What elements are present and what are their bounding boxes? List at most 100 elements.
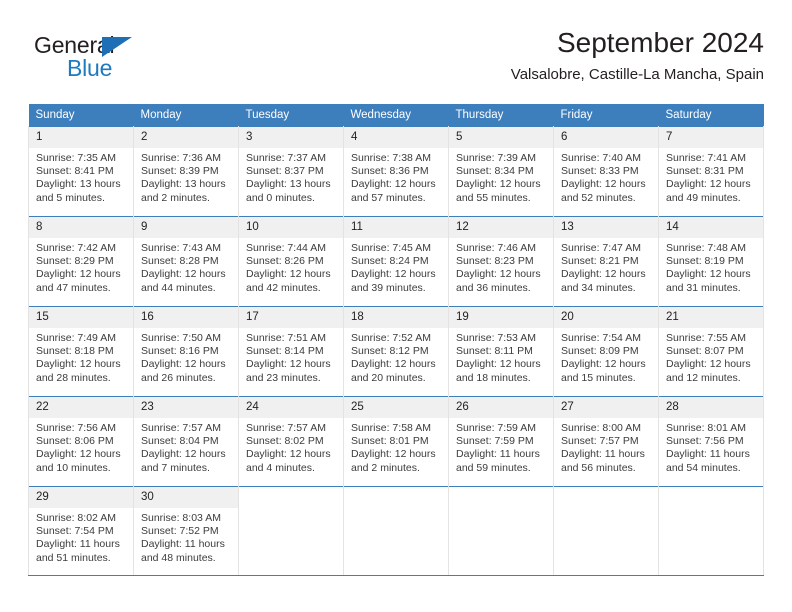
calendar-header-row: Sunday Monday Tuesday Wednesday Thursday…	[28, 104, 764, 127]
sunset-text: Sunset: 8:34 PM	[456, 165, 534, 178]
calendar-day-cell[interactable]: 23 Sunrise: 7:57 AM Sunset: 8:04 PM Dayl…	[133, 396, 239, 487]
calendar-day-cell[interactable]: 12 Sunrise: 7:46 AM Sunset: 8:23 PM Dayl…	[448, 216, 554, 307]
day-details: Sunrise: 8:00 AM Sunset: 7:57 PM Dayligh…	[554, 418, 658, 475]
calendar-day-cell[interactable]: 5 Sunrise: 7:39 AM Sunset: 8:34 PM Dayli…	[448, 126, 554, 217]
sunset-text: Sunset: 8:18 PM	[36, 345, 114, 358]
calendar-day-cell[interactable]: 24 Sunrise: 7:57 AM Sunset: 8:02 PM Dayl…	[238, 396, 344, 487]
daylight-text: Daylight: 12 hours and 31 minutes.	[666, 268, 751, 294]
sunrise-text: Sunrise: 7:59 AM	[456, 422, 536, 434]
calendar-week-row: 1 Sunrise: 7:35 AM Sunset: 8:41 PM Dayli…	[28, 126, 764, 217]
calendar-day-cell[interactable]: 18 Sunrise: 7:52 AM Sunset: 8:12 PM Dayl…	[343, 306, 449, 397]
calendar-day-cell[interactable]: 20 Sunrise: 7:54 AM Sunset: 8:09 PM Dayl…	[553, 306, 659, 397]
sunrise-text: Sunrise: 7:58 AM	[351, 422, 431, 434]
calendar-day-cell-empty	[448, 486, 554, 576]
day-details: Sunrise: 7:47 AM Sunset: 8:21 PM Dayligh…	[554, 238, 658, 295]
day-details: Sunrise: 7:48 AM Sunset: 8:19 PM Dayligh…	[659, 238, 763, 295]
calendar-day-cell[interactable]: 1 Sunrise: 7:35 AM Sunset: 8:41 PM Dayli…	[28, 126, 134, 217]
sunrise-text: Sunrise: 7:43 AM	[141, 242, 221, 254]
day-details: Sunrise: 7:43 AM Sunset: 8:28 PM Dayligh…	[134, 238, 238, 295]
day-details: Sunrise: 8:03 AM Sunset: 7:52 PM Dayligh…	[134, 508, 238, 565]
calendar-day-cell[interactable]: 21 Sunrise: 7:55 AM Sunset: 8:07 PM Dayl…	[658, 306, 764, 397]
day-number: 5	[449, 127, 553, 148]
day-details: Sunrise: 7:51 AM Sunset: 8:14 PM Dayligh…	[239, 328, 343, 385]
calendar-day-cell[interactable]: 10 Sunrise: 7:44 AM Sunset: 8:26 PM Dayl…	[238, 216, 344, 307]
calendar-day-cell[interactable]: 25 Sunrise: 7:58 AM Sunset: 8:01 PM Dayl…	[343, 396, 449, 487]
calendar-day-cell[interactable]: 30 Sunrise: 8:03 AM Sunset: 7:52 PM Dayl…	[133, 486, 239, 576]
daylight-text: Daylight: 12 hours and 7 minutes.	[141, 448, 226, 474]
sunset-text: Sunset: 7:57 PM	[561, 435, 639, 448]
brand-logo[interactable]: General Blue	[34, 32, 214, 90]
daylight-text: Daylight: 12 hours and 4 minutes.	[246, 448, 331, 474]
calendar-day-cell[interactable]: 2 Sunrise: 7:36 AM Sunset: 8:39 PM Dayli…	[133, 126, 239, 217]
calendar-day-cell[interactable]: 29 Sunrise: 8:02 AM Sunset: 7:54 PM Dayl…	[28, 486, 134, 576]
calendar-week-row: 8 Sunrise: 7:42 AM Sunset: 8:29 PM Dayli…	[28, 216, 764, 307]
daylight-text: Daylight: 13 hours and 5 minutes.	[36, 178, 121, 204]
day-number: 25	[344, 397, 448, 418]
day-number: 26	[449, 397, 553, 418]
day-number	[659, 487, 763, 508]
day-details: Sunrise: 7:39 AM Sunset: 8:34 PM Dayligh…	[449, 148, 553, 205]
calendar-day-cell[interactable]: 27 Sunrise: 8:00 AM Sunset: 7:57 PM Dayl…	[553, 396, 659, 487]
sunset-text: Sunset: 8:37 PM	[246, 165, 324, 178]
daylight-text: Daylight: 12 hours and 12 minutes.	[666, 358, 751, 384]
calendar-day-cell[interactable]: 7 Sunrise: 7:41 AM Sunset: 8:31 PM Dayli…	[658, 126, 764, 217]
sunset-text: Sunset: 8:07 PM	[666, 345, 744, 358]
calendar-day-cell[interactable]: 11 Sunrise: 7:45 AM Sunset: 8:24 PM Dayl…	[343, 216, 449, 307]
day-number: 28	[659, 397, 763, 418]
calendar-day-cell[interactable]: 15 Sunrise: 7:49 AM Sunset: 8:18 PM Dayl…	[28, 306, 134, 397]
sunset-text: Sunset: 8:04 PM	[141, 435, 219, 448]
day-details: Sunrise: 7:57 AM Sunset: 8:02 PM Dayligh…	[239, 418, 343, 475]
day-number: 1	[29, 127, 133, 148]
day-number	[554, 487, 658, 508]
daylight-text: Daylight: 12 hours and 52 minutes.	[561, 178, 646, 204]
calendar-day-cell-empty	[658, 486, 764, 576]
calendar-day-cell[interactable]: 3 Sunrise: 7:37 AM Sunset: 8:37 PM Dayli…	[238, 126, 344, 217]
daylight-text: Daylight: 12 hours and 49 minutes.	[666, 178, 751, 204]
day-details: Sunrise: 7:37 AM Sunset: 8:37 PM Dayligh…	[239, 148, 343, 205]
calendar-day-cell[interactable]: 4 Sunrise: 7:38 AM Sunset: 8:36 PM Dayli…	[343, 126, 449, 217]
calendar-day-cell[interactable]: 13 Sunrise: 7:47 AM Sunset: 8:21 PM Dayl…	[553, 216, 659, 307]
calendar-day-cell[interactable]: 17 Sunrise: 7:51 AM Sunset: 8:14 PM Dayl…	[238, 306, 344, 397]
day-details: Sunrise: 8:02 AM Sunset: 7:54 PM Dayligh…	[29, 508, 133, 565]
sunrise-text: Sunrise: 7:50 AM	[141, 332, 221, 344]
sunrise-text: Sunrise: 7:49 AM	[36, 332, 116, 344]
sunrise-text: Sunrise: 7:48 AM	[666, 242, 746, 254]
daylight-text: Daylight: 11 hours and 59 minutes.	[456, 448, 540, 474]
weekday-header-saturday: Saturday	[658, 104, 764, 127]
sunrise-text: Sunrise: 8:02 AM	[36, 512, 116, 524]
sunrise-text: Sunrise: 7:53 AM	[456, 332, 536, 344]
daylight-text: Daylight: 12 hours and 36 minutes.	[456, 268, 541, 294]
sunset-text: Sunset: 8:16 PM	[141, 345, 219, 358]
calendar-day-cell[interactable]: 6 Sunrise: 7:40 AM Sunset: 8:33 PM Dayli…	[553, 126, 659, 217]
sunset-text: Sunset: 8:28 PM	[141, 255, 219, 268]
calendar-day-cell[interactable]: 9 Sunrise: 7:43 AM Sunset: 8:28 PM Dayli…	[133, 216, 239, 307]
day-details: Sunrise: 7:36 AM Sunset: 8:39 PM Dayligh…	[134, 148, 238, 205]
page-subtitle: Valsalobre, Castille-La Mancha, Spain	[510, 66, 764, 83]
sunset-text: Sunset: 8:11 PM	[456, 345, 533, 358]
weekday-header-tuesday: Tuesday	[238, 104, 344, 127]
calendar-day-cell[interactable]: 16 Sunrise: 7:50 AM Sunset: 8:16 PM Dayl…	[133, 306, 239, 397]
day-number: 10	[239, 217, 343, 238]
day-number: 24	[239, 397, 343, 418]
sunset-text: Sunset: 7:59 PM	[456, 435, 534, 448]
calendar-day-cell[interactable]: 8 Sunrise: 7:42 AM Sunset: 8:29 PM Dayli…	[28, 216, 134, 307]
sunrise-text: Sunrise: 7:51 AM	[246, 332, 326, 344]
calendar-day-cell[interactable]: 19 Sunrise: 7:53 AM Sunset: 8:11 PM Dayl…	[448, 306, 554, 397]
sunset-text: Sunset: 8:39 PM	[141, 165, 219, 178]
sunset-text: Sunset: 7:56 PM	[666, 435, 744, 448]
day-number	[344, 487, 448, 508]
daylight-text: Daylight: 12 hours and 39 minutes.	[351, 268, 436, 294]
sunrise-text: Sunrise: 7:36 AM	[141, 152, 221, 164]
day-details: Sunrise: 7:59 AM Sunset: 7:59 PM Dayligh…	[449, 418, 553, 475]
day-number: 15	[29, 307, 133, 328]
calendar-day-cell[interactable]: 26 Sunrise: 7:59 AM Sunset: 7:59 PM Dayl…	[448, 396, 554, 487]
sunset-text: Sunset: 8:41 PM	[36, 165, 114, 178]
day-number: 9	[134, 217, 238, 238]
day-details: Sunrise: 7:56 AM Sunset: 8:06 PM Dayligh…	[29, 418, 133, 475]
calendar-day-cell[interactable]: 22 Sunrise: 7:56 AM Sunset: 8:06 PM Dayl…	[28, 396, 134, 487]
sunset-text: Sunset: 7:52 PM	[141, 525, 219, 538]
calendar-day-cell[interactable]: 14 Sunrise: 7:48 AM Sunset: 8:19 PM Dayl…	[658, 216, 764, 307]
calendar-day-cell[interactable]: 28 Sunrise: 8:01 AM Sunset: 7:56 PM Dayl…	[658, 396, 764, 487]
day-number	[449, 487, 553, 508]
daylight-text: Daylight: 12 hours and 57 minutes.	[351, 178, 436, 204]
